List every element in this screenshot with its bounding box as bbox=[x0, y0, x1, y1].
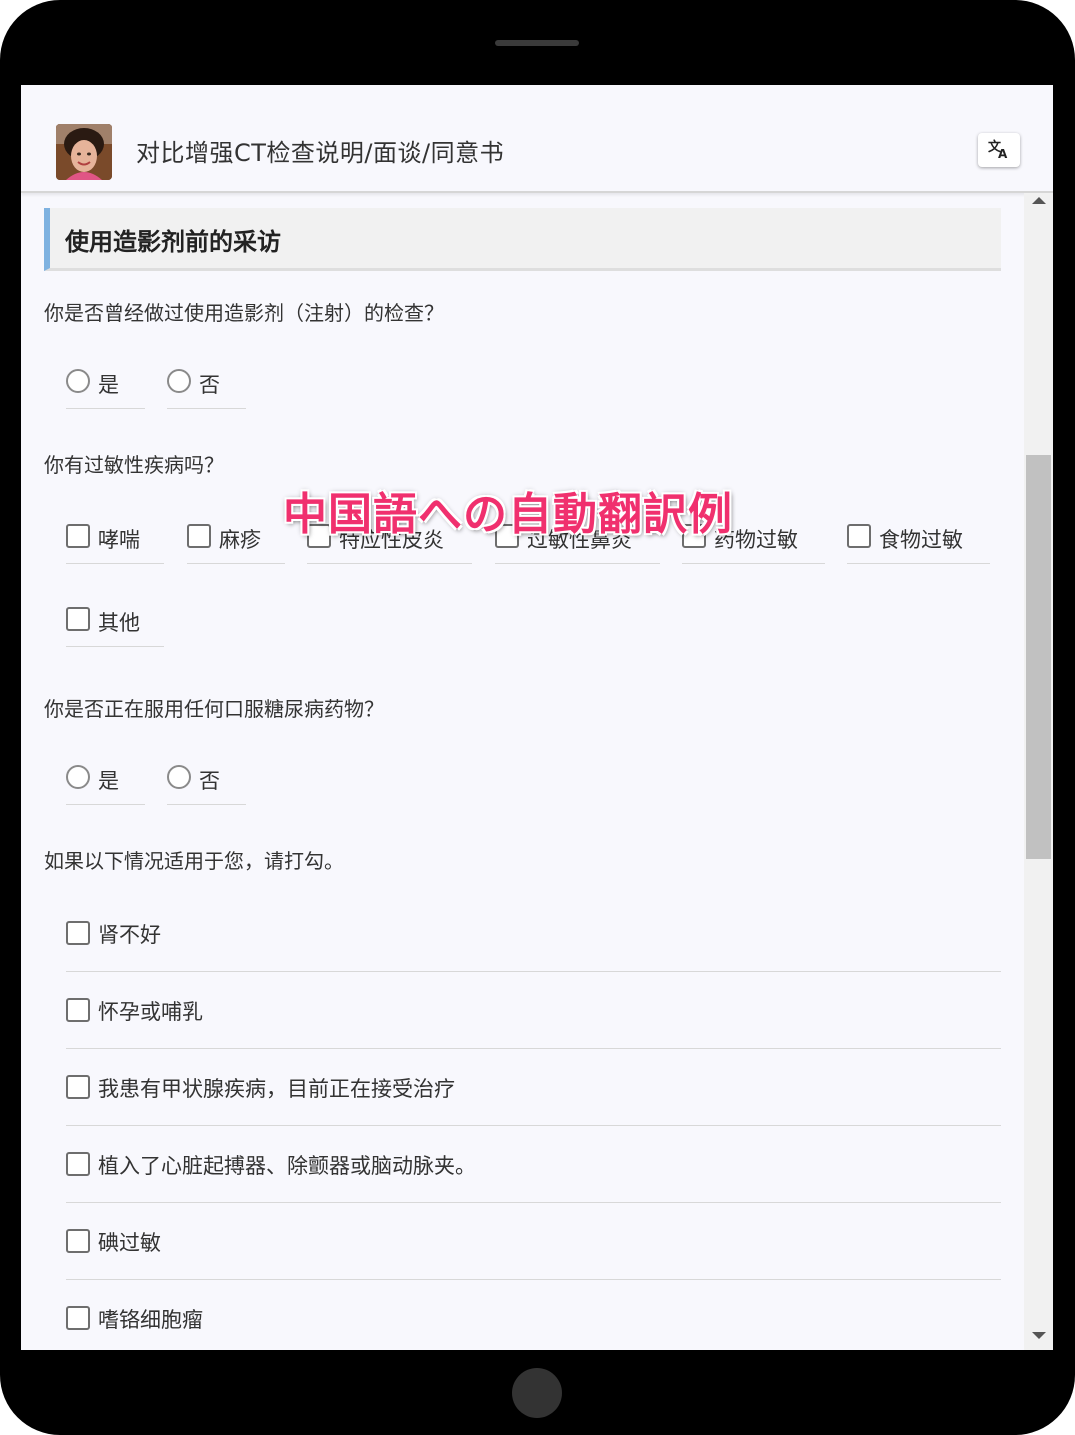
checkbox-option-asthma[interactable]: 哮喘 bbox=[66, 518, 164, 564]
radio-option-yes[interactable]: 是 bbox=[66, 363, 145, 409]
question-diabetes-medication: 你是否正在服用任何口服糖尿病药物？ bbox=[44, 697, 384, 721]
radio-button[interactable] bbox=[66, 765, 90, 789]
radio-option-no[interactable]: 否 bbox=[167, 759, 246, 805]
checkbox[interactable] bbox=[187, 524, 211, 548]
checkbox[interactable] bbox=[66, 921, 90, 945]
question-conditions: 如果以下情况适用于您，请打勾。 bbox=[44, 849, 344, 873]
question-contrast-history: 你是否曾经做过使用造影剂（注射）的检查？ bbox=[44, 301, 444, 325]
checkbox-row-kidney[interactable]: 肾不好 bbox=[66, 895, 1001, 972]
question-allergy: 你有过敏性疾病吗？ bbox=[44, 453, 224, 477]
checkbox[interactable] bbox=[66, 1306, 90, 1330]
form-content: 使用造影剂前的采访 你是否曾经做过使用造影剂（注射）的检查？ 是 否 你有过敏性… bbox=[21, 193, 1024, 1350]
checkbox-row-pheochromocytoma[interactable]: 嗜铬细胞瘤 bbox=[66, 1280, 1001, 1350]
checkbox[interactable] bbox=[847, 524, 871, 548]
translation-overlay-caption: 中国語への自動翻訳例 bbox=[283, 489, 733, 540]
translate-button[interactable]: 文 A bbox=[978, 133, 1020, 167]
radio-button[interactable] bbox=[167, 765, 191, 789]
tablet-frame: 对比增强CT检查说明/面谈/同意书 文 A 使用造影剂前的采访 你是否曾经做过使… bbox=[0, 0, 1075, 1435]
section-title: 使用造影剂前的采访 bbox=[65, 228, 281, 256]
section-header: 使用造影剂前的采访 bbox=[44, 208, 1001, 271]
scrollbar-thumb[interactable] bbox=[1026, 455, 1051, 859]
svg-text:A: A bbox=[998, 147, 1008, 159]
checkbox-row-iodine[interactable]: 碘过敏 bbox=[66, 1203, 1001, 1280]
vertical-scrollbar[interactable] bbox=[1024, 193, 1053, 1350]
home-button[interactable] bbox=[512, 1368, 562, 1418]
scroll-up-arrow-icon[interactable] bbox=[1032, 197, 1046, 204]
page-title: 对比增强CT检查说明/面谈/同意书 bbox=[136, 139, 505, 167]
checkbox[interactable] bbox=[66, 607, 90, 631]
checkbox-option-other[interactable]: 其他 bbox=[66, 601, 164, 647]
checkbox[interactable] bbox=[66, 1075, 90, 1099]
radio-button[interactable] bbox=[167, 369, 191, 393]
checkbox-row-implants[interactable]: 植入了心脏起搏器、除颤器或脑动脉夹。 bbox=[66, 1126, 1001, 1203]
scroll-down-arrow-icon[interactable] bbox=[1032, 1332, 1046, 1339]
radio-option-no[interactable]: 否 bbox=[167, 363, 246, 409]
checkbox-row-thyroid[interactable]: 我患有甲状腺疾病，目前正在接受治疗 bbox=[66, 1049, 1001, 1126]
checkbox-option-food-allergy[interactable]: 食物过敏 bbox=[847, 518, 990, 564]
avatar bbox=[56, 124, 112, 180]
checkbox[interactable] bbox=[66, 1152, 90, 1176]
checkbox[interactable] bbox=[66, 998, 90, 1022]
checkbox-row-pregnancy[interactable]: 怀孕或哺乳 bbox=[66, 972, 1001, 1049]
speaker-slot bbox=[495, 40, 579, 46]
translate-icon: 文 A bbox=[987, 137, 1011, 163]
screen: 对比增强CT检查说明/面谈/同意书 文 A 使用造影剂前的采访 你是否曾经做过使… bbox=[21, 85, 1053, 1350]
radio-button[interactable] bbox=[66, 369, 90, 393]
radio-option-yes[interactable]: 是 bbox=[66, 759, 145, 805]
app-header: 对比增强CT检查说明/面谈/同意书 文 A bbox=[21, 85, 1053, 193]
checkbox[interactable] bbox=[66, 1229, 90, 1253]
checkbox-option-measles[interactable]: 麻疹 bbox=[187, 518, 285, 564]
checkbox[interactable] bbox=[66, 524, 90, 548]
